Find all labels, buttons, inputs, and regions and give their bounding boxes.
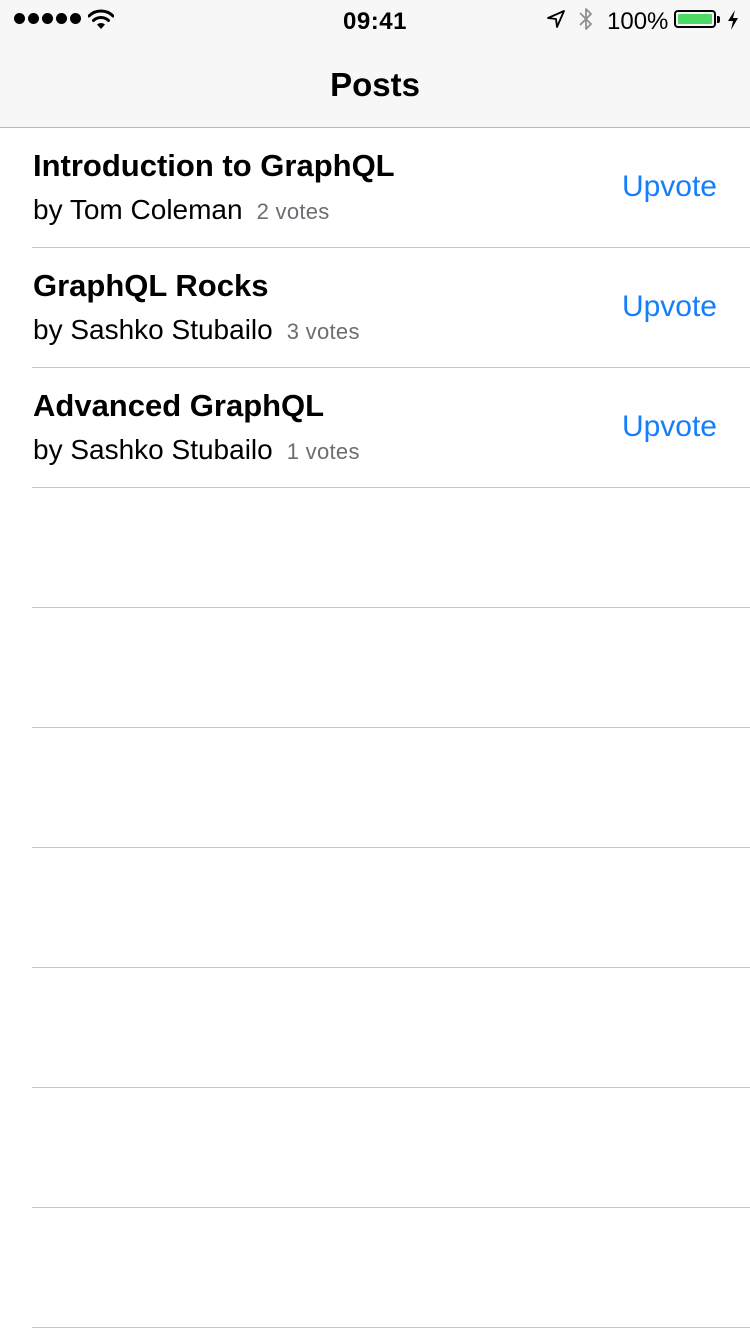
status-bar: 09:41 100% [0,0,750,40]
battery-icon [674,10,720,28]
posts-list: Introduction to GraphQL by Tom Coleman 2 v… [0,128,750,1328]
location-arrow-icon [547,10,565,28]
vote-count: 1 votes [286,439,360,464]
post-author: by Sashko Stubailo [33,434,273,465]
upvote-button[interactable]: Upvote [622,410,717,444]
battery-fill [678,14,712,24]
empty-row [0,608,750,728]
top-bar: 09:41 100% Posts [0,0,750,128]
post-title: GraphQL Rocks [33,268,269,303]
page-title: Posts [330,66,420,103]
vote-count: 2 votes [256,199,330,224]
empty-row [0,968,750,1088]
post-title: Advanced GraphQL [33,388,325,423]
post-meta: by Sashko Stubailo 3 votes [33,314,360,346]
post-row: GraphQL Rocks by Sashko Stubailo 3 votes Up… [0,248,750,368]
post-title: Introduction to GraphQL [33,148,395,183]
post-author: by Sashko Stubailo [33,314,273,345]
upvote-button[interactable]: Upvote [622,290,717,324]
vote-count: 3 votes [286,319,360,344]
empty-row [0,1208,750,1328]
empty-row [0,848,750,968]
post-row: Introduction to GraphQL by Tom Coleman 2 v… [0,128,750,248]
battery-percentage: 100% [607,8,669,35]
app-screen: 09:41 100% Posts Introduction to GraphQL… [0,0,750,1334]
post-author: by Tom Coleman [33,194,243,225]
bluetooth-icon [579,8,592,30]
empty-row [0,728,750,848]
post-row: Advanced GraphQL by Sashko Stubailo 1 vote… [0,368,750,488]
empty-row [0,1088,750,1208]
upvote-button[interactable]: Upvote [622,170,717,204]
navigation-bar: Posts [0,40,750,128]
post-meta: by Tom Coleman 2 votes [33,194,330,226]
empty-row [0,488,750,608]
charging-bolt-icon [728,10,738,30]
post-meta: by Sashko Stubailo 1 votes [33,434,360,466]
